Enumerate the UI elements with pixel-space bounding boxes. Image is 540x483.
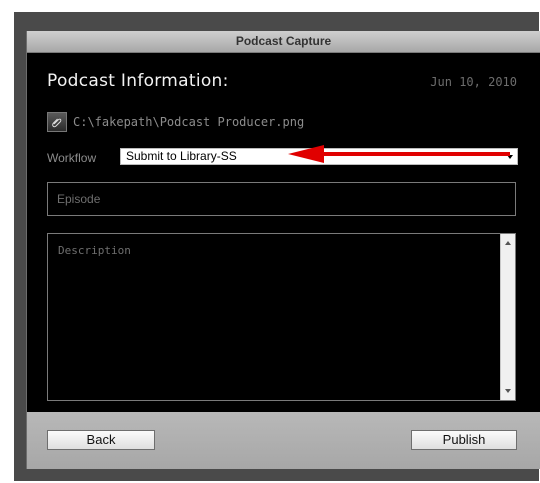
back-button[interactable]: Back [47, 430, 155, 450]
podcast-capture-window: Podcast Capture Podcast Information: Jun… [26, 31, 540, 469]
scroll-down-icon[interactable] [505, 389, 511, 393]
workflow-select-value: Submit to Library-SS [126, 149, 237, 163]
description-placeholder: Description [58, 244, 131, 257]
episode-input[interactable]: Episode [47, 182, 516, 216]
workflow-select[interactable]: Submit to Library-SS [120, 148, 518, 165]
attach-file-button[interactable] [47, 112, 67, 132]
date-label: Jun 10, 2010 [430, 75, 517, 89]
attachment-path: C:\fakepath\Podcast Producer.png [73, 115, 305, 129]
page-title: Podcast Information: [47, 71, 229, 91]
window-title: Podcast Capture [27, 31, 540, 53]
scroll-up-icon[interactable] [505, 241, 511, 245]
publish-button[interactable]: Publish [411, 430, 517, 450]
paperclip-icon [51, 113, 63, 132]
description-scrollbar[interactable] [500, 234, 515, 400]
chevron-down-icon [507, 155, 513, 159]
workflow-label: Workflow [47, 151, 97, 165]
description-textarea[interactable]: Description [47, 233, 516, 401]
footer-bar: Back Publish [27, 412, 540, 469]
